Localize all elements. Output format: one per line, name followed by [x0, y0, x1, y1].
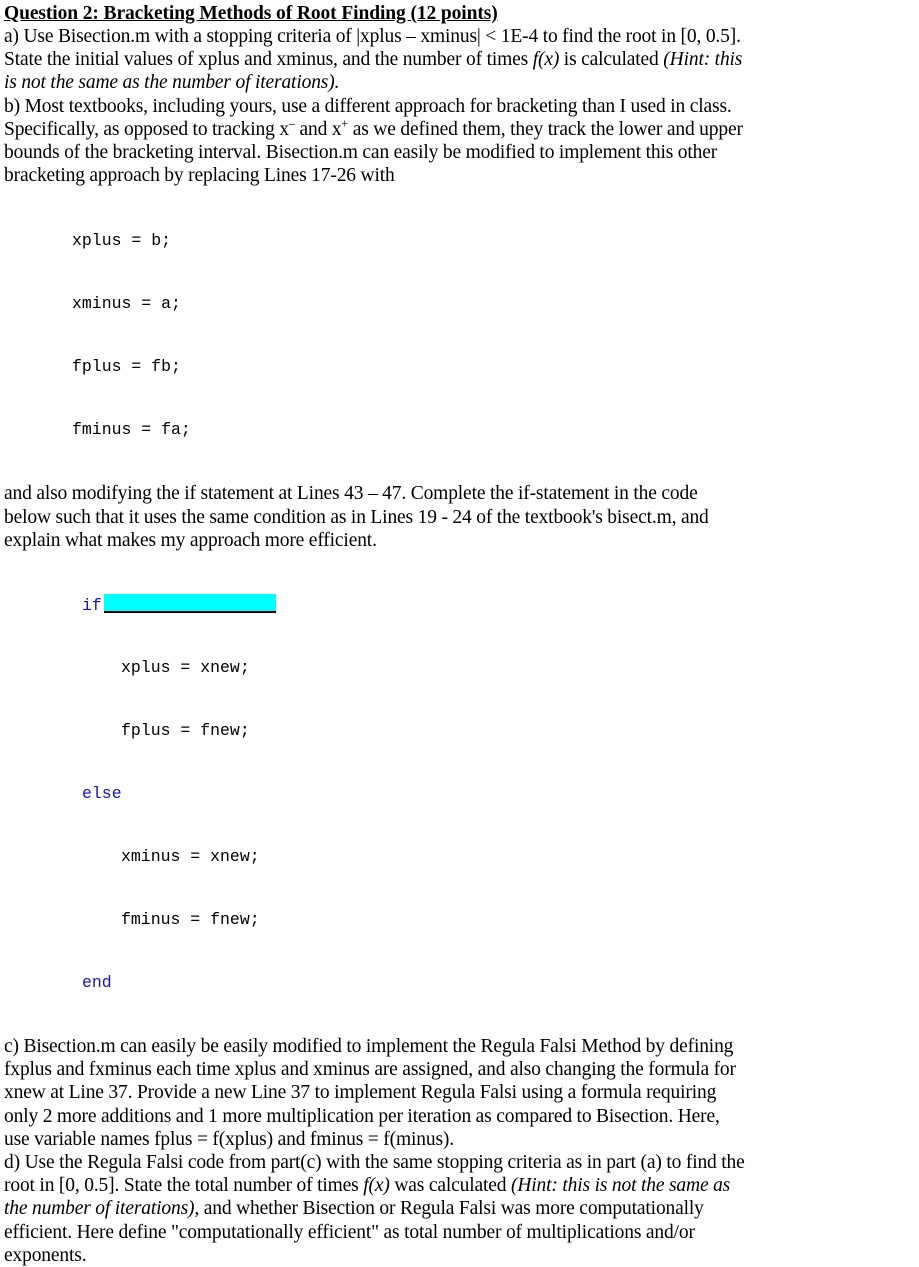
part-c-line-3: xnew at Line 37. Provide a new Line 37 t… — [4, 1082, 717, 1104]
code-line-fminus-assign: fminus = fa; — [72, 420, 191, 440]
code-line-xplus-assign: xplus = b; — [72, 231, 172, 251]
part-c-line-1: c) Bisection.m can easily be easily modi… — [4, 1036, 734, 1058]
code-line-xminus-xnew: xminus = xnew; — [82, 846, 915, 867]
part-c-line-5: use variable names fplus = f(xplus) and … — [4, 1128, 454, 1150]
code-line-end: end — [82, 972, 915, 993]
code-line-else: else — [82, 783, 915, 804]
part-d-line-3-post: and whether Bisection or Regula Falsi wa… — [199, 1198, 704, 1220]
part-a-line-1: a) Use Bisection.m with a stopping crite… — [4, 26, 741, 47]
part-b-line-2: Specifically, as opposed to tracking x– … — [4, 117, 915, 141]
part-d-line-4: efficient. Here define "computationally … — [4, 1221, 695, 1243]
part-d-line-2: root in [0, 0.5]. State the total number… — [4, 1174, 915, 1197]
keyword-end: end — [82, 973, 112, 993]
page-title: Question 2: Bracketing Methods of Root F… — [4, 2, 915, 25]
part-a-hint-end: is not the same as the number of iterati… — [4, 72, 340, 94]
part-a-line-2-pre: State the initial values of xplus and xm… — [4, 49, 533, 71]
code-line-xminus-assign: xminus = a; — [72, 294, 181, 314]
part-a-line-2-post: is calculated — [559, 49, 664, 71]
part-c-line-4: only 2 more additions and 1 more multipl… — [4, 1105, 720, 1127]
part-b-line-7: explain what makes my approach more effi… — [4, 529, 377, 551]
title-text: Question 2: Bracketing Methods of Root F… — [4, 3, 498, 24]
part-c-line-2: fxplus and fxminus each time xplus and x… — [4, 1059, 736, 1081]
code-block-replacement-lines: xplus = b; xminus = a; fplus = fb; fminu… — [4, 188, 915, 482]
part-d-line-3: the number of iterations), and whether B… — [4, 1197, 915, 1220]
part-b-line-4: bracketing approach by replacing Lines 1… — [4, 165, 395, 187]
keyword-if: if — [82, 596, 102, 616]
code-text-fplus-fnew: fplus = fnew; — [121, 721, 250, 741]
code-line-if: if — [82, 594, 915, 615]
document-page: Question 2: Bracketing Methods of Root F… — [0, 0, 919, 1266]
part-a-line-3: is not the same as the number of iterati… — [4, 71, 915, 94]
part-a-line-2: State the initial values of xplus and xm… — [4, 48, 915, 71]
part-d-hint-start: (Hint: this is not the same as — [510, 1175, 731, 1197]
part-d-line-1: d) Use the Regula Falsi code from part(c… — [4, 1152, 745, 1174]
code-block-if-statement: if xplus = xnew; fplus = fnew; else xmin… — [4, 552, 915, 1035]
part-d-line-2-pre: root in [0, 0.5]. State the total number… — [4, 1175, 364, 1197]
code-line-fminus-fnew: fminus = fnew; — [82, 909, 915, 930]
code-line-xplus-xnew: xplus = xnew; — [82, 657, 915, 678]
code-text-xminus-xnew: xminus = xnew; — [121, 847, 260, 867]
code-line-fplus-fnew: fplus = fnew; — [82, 720, 915, 741]
part-b-line-3: bounds of the bracketing interval. Bisec… — [4, 142, 718, 164]
code-text-fminus-fnew: fminus = fnew; — [121, 910, 260, 930]
part-d-line-5: exponents. — [4, 1244, 87, 1266]
part-b-line-6: below such that it uses the same conditi… — [4, 506, 709, 528]
document-body: Question 2: Bracketing Methods of Root F… — [0, 0, 919, 1267]
code-line-fplus-assign: fplus = fb; — [72, 357, 181, 377]
part-b-line-2-pre: Specifically, as opposed to tracking x — [4, 118, 289, 140]
part-a-fx-math: f(x) — [532, 49, 560, 71]
keyword-else: else — [82, 784, 122, 804]
part-d-hint-end: the number of iterations), — [4, 1198, 200, 1220]
part-b-line-5: and also modifying the if statement at L… — [4, 483, 698, 505]
part-b-line-2-post: as we defined them, they track the lower… — [348, 118, 743, 140]
part-d-line-2-mid: was calculated — [389, 1175, 511, 1197]
part-a-hint-start: (Hint: this — [663, 49, 743, 71]
part-b-line-1: b) Most textbooks, including yours, use … — [4, 95, 732, 117]
code-text-xplus-xnew: xplus = xnew; — [121, 658, 250, 678]
part-b-line-2-mid: and x — [294, 118, 342, 140]
part-d-fx-math: f(x) — [363, 1175, 390, 1197]
answer-blank-field[interactable] — [103, 594, 276, 614]
